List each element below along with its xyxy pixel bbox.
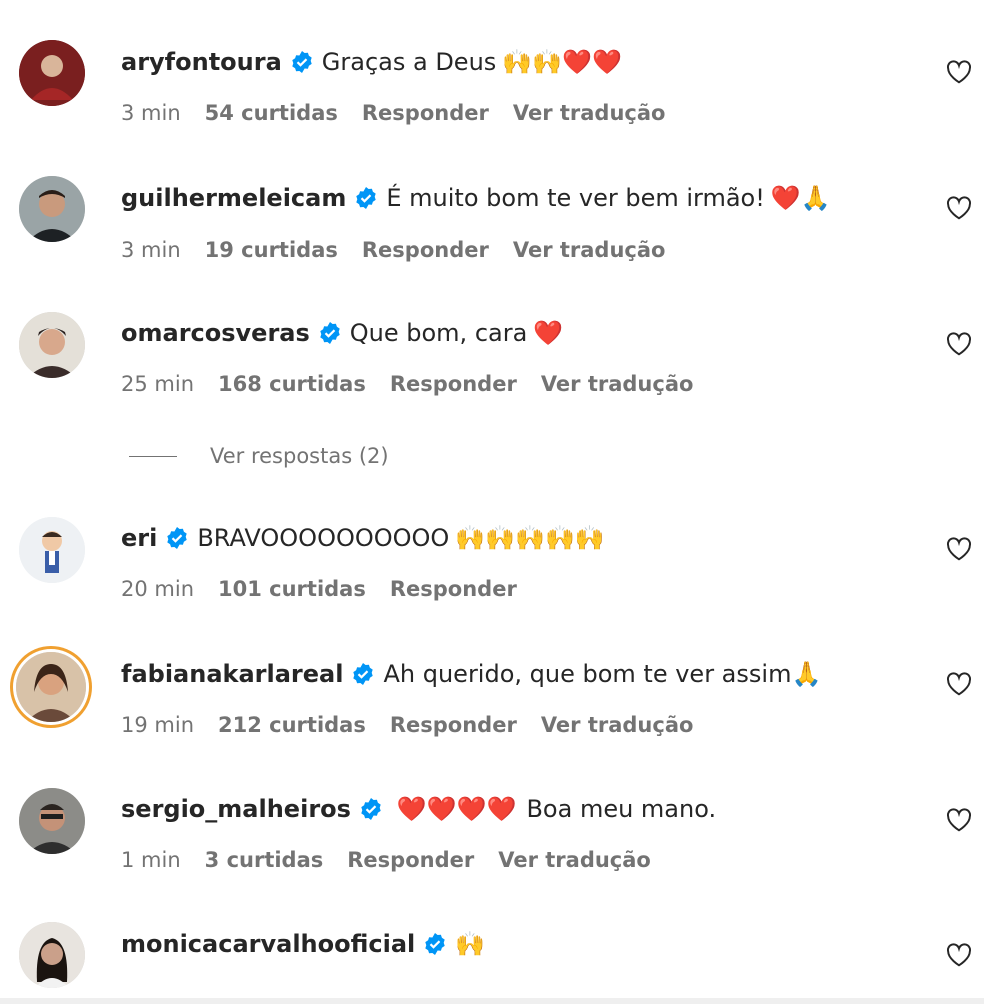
comment-text: É muito bom te ver bem irmão! [386,184,765,212]
verified-badge-icon [353,663,374,685]
comment-likes[interactable]: 3 curtidas [205,848,324,872]
comment-meta: 19 min 212 curtidas Responder Ver traduç… [121,713,717,737]
reply-button[interactable]: Responder [362,238,489,262]
reply-button[interactable]: Responder [347,848,474,872]
replies-divider [129,455,177,457]
username-link[interactable]: guilhermeleicam [121,184,346,212]
heart-outline-icon[interactable] [946,60,972,84]
heart-outline-icon[interactable] [946,943,972,967]
heart-outline-icon[interactable] [946,196,972,220]
comment-meta: 3 min 19 curtidas Responder Ver tradução [121,238,689,262]
comment-likes[interactable]: 168 curtidas [218,372,366,396]
reply-button[interactable]: Responder [362,101,489,125]
comment-text: Que bom, cara [349,319,528,347]
username-link[interactable]: omarcosveras [121,319,310,347]
comment-emoji: 🙌🙌🙌🙌🙌 [455,524,605,552]
see-translation-button[interactable]: Ver tradução [513,101,666,125]
comment-text: BRAVOOOOOOOOOO [197,524,450,552]
verified-badge-icon [356,187,377,209]
avatar[interactable] [19,176,85,242]
comment-line: aryfontoura Graças a Deus 🙌🙌❤️❤️ [121,48,622,76]
comment-likes[interactable]: 101 curtidas [218,577,366,601]
comment-text: Graças a Deus [321,48,497,76]
avatar[interactable] [19,312,85,378]
comment-line: guilhermeleicam É muito bom te ver bem i… [121,184,831,212]
comment-meta: 20 min 101 curtidas Responder [121,577,541,601]
comment-likes[interactable]: 19 curtidas [205,238,338,262]
username-link[interactable]: fabianakarlareal [121,660,343,688]
comment-emoji: ❤️ [533,319,564,347]
verified-badge-icon [361,798,381,820]
avatar-image [19,922,85,988]
comment-likes[interactable]: 212 curtidas [218,713,366,737]
comment-line: sergio_malheiros ❤️❤️❤️❤️ Boa meu mano. [121,795,716,823]
comment-line: eri BRAVOOOOOOOOOO 🙌🙌🙌🙌🙌 [121,524,605,552]
comment-text: Boa meu mano. [526,795,717,823]
comment-emoji: 🙌 [455,930,486,958]
comment-time[interactable]: 19 min [121,713,194,737]
reply-button[interactable]: Responder [390,577,517,601]
comment-meta: 1 min 3 curtidas Responder Ver tradução [121,848,675,872]
comment-time[interactable]: 3 min [121,101,181,125]
see-translation-button[interactable]: Ver tradução [541,713,694,737]
comment-time[interactable]: 20 min [121,577,194,601]
avatar-image [19,176,85,242]
comment-meta: 3 min 54 curtidas Responder Ver tradução [121,101,689,125]
comment-emoji: 🙌🙌❤️❤️ [502,48,622,76]
comment-likes[interactable]: 54 curtidas [205,101,338,125]
comment-meta: 25 min 168 curtidas Responder Ver traduç… [121,372,717,396]
avatar-image [19,312,85,378]
comment-emoji: 🙏 [791,660,822,688]
avatar-image [19,40,85,106]
avatar[interactable] [19,788,85,854]
see-translation-button[interactable]: Ver tradução [498,848,651,872]
comment-line: omarcosveras Que bom, cara ❤️ [121,319,563,347]
verified-badge-icon [292,51,312,73]
see-translation-button[interactable]: Ver tradução [513,238,666,262]
comment-line: monicacarvalhooficial 🙌 [121,930,485,958]
verified-badge-icon [167,527,188,549]
heart-outline-icon[interactable] [946,332,972,356]
verified-badge-icon [320,322,340,344]
avatar-image [19,517,85,583]
avatar[interactable] [19,40,85,106]
comment-time[interactable]: 3 min [121,238,181,262]
comment-time[interactable]: 1 min [121,848,181,872]
username-link[interactable]: monicacarvalhooficial [121,930,415,958]
comment-emoji: ❤️🙏 [770,184,831,212]
username-link[interactable]: aryfontoura [121,48,282,76]
avatar[interactable] [16,652,86,722]
see-translation-button[interactable]: Ver tradução [541,372,694,396]
view-replies-label: Ver respostas (2) [210,444,389,468]
heart-outline-icon[interactable] [946,672,972,696]
comment-emoji: ❤️❤️❤️❤️ [396,795,517,823]
avatar[interactable] [19,517,85,583]
view-replies-button[interactable]: Ver respostas (2) [129,444,389,468]
scroll-bottom-edge [0,998,984,1004]
avatar-image [16,652,86,722]
comment-text: Ah querido, que bom te ver assim [383,660,792,688]
comment-line: fabianakarlareal Ah querido, que bom te … [121,660,821,688]
verified-badge-icon [425,933,445,955]
avatar-image [19,788,85,854]
reply-button[interactable]: Responder [390,713,517,737]
heart-outline-icon[interactable] [946,808,972,832]
heart-outline-icon[interactable] [946,537,972,561]
reply-button[interactable]: Responder [390,372,517,396]
username-link[interactable]: sergio_malheiros [121,795,351,823]
comment-time[interactable]: 25 min [121,372,194,396]
username-link[interactable]: eri [121,524,157,552]
avatar[interactable] [19,922,85,988]
